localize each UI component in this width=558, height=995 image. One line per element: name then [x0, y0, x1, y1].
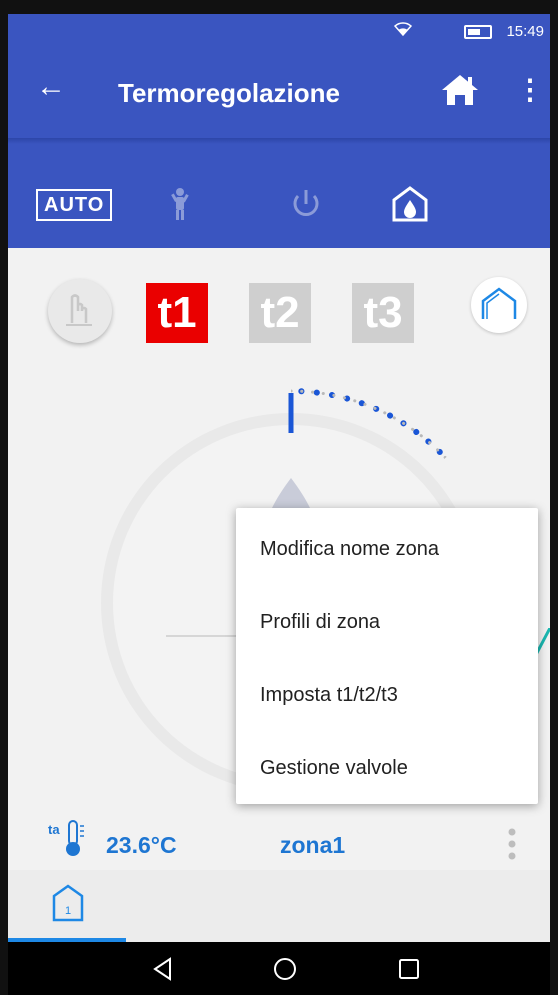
zone-tab-bar: 1: [8, 870, 550, 942]
zone-name[interactable]: zona1: [280, 832, 345, 859]
nav-home-icon[interactable]: [268, 952, 302, 986]
t3-setpoint-button[interactable]: t3: [352, 283, 414, 343]
page-title: Termoregolazione: [118, 78, 341, 108]
device-frame: 15:49 ← Termoregolazione ⋮ AUTO t1 t2 t3: [0, 0, 558, 995]
t2-setpoint-button[interactable]: t2: [249, 283, 311, 343]
home-icon[interactable]: [440, 72, 480, 108]
app-bar: ← Termoregolazione ⋮: [8, 50, 550, 138]
room-temperature: 23.6°C: [106, 832, 177, 858]
house-drop-icon[interactable]: [390, 184, 430, 224]
screen: 15:49 ← Termoregolazione ⋮ AUTO t1 t2 t3: [8, 14, 550, 995]
mode-bar: AUTO: [8, 144, 550, 248]
zone-house-button[interactable]: [471, 277, 527, 333]
status-bar: 15:49: [8, 14, 550, 50]
menu-item-valve-management[interactable]: Gestione valvole: [260, 757, 408, 780]
zone-info-bar: ta 23.6°C zona1: [8, 810, 550, 870]
back-arrow-icon[interactable]: ←: [36, 72, 66, 102]
zone-options-icon[interactable]: [506, 826, 518, 862]
zone-tab-1[interactable]: 1: [8, 870, 126, 942]
menu-item-set-t1-t2-t3[interactable]: Imposta t1/t2/t3: [260, 684, 398, 707]
manual-override-button[interactable]: [48, 279, 112, 343]
status-time: 15:49: [506, 23, 544, 40]
nav-back-icon[interactable]: [146, 952, 180, 986]
zone-tab-house-icon: 1: [52, 884, 84, 922]
room-thermometer-icon: ta: [46, 818, 100, 858]
menu-item-zone-profiles[interactable]: Profili di zona: [260, 611, 380, 634]
power-icon[interactable]: [286, 184, 326, 224]
t1-setpoint-button[interactable]: t1: [146, 283, 208, 343]
system-nav-bar: [8, 942, 550, 995]
auto-mode-button[interactable]: AUTO: [36, 189, 113, 221]
zone-context-menu: Modifica nome zona Profili di zona Impos…: [236, 508, 538, 804]
manual-person-icon[interactable]: [160, 184, 200, 224]
battery-icon: [464, 25, 492, 39]
svg-text:ta: ta: [48, 822, 60, 837]
nav-recents-icon[interactable]: [392, 952, 426, 986]
svg-text:1: 1: [65, 905, 71, 917]
wifi-icon: [393, 21, 413, 42]
menu-item-rename-zone[interactable]: Modifica nome zona: [260, 538, 439, 561]
overflow-menu-icon[interactable]: ⋮: [516, 76, 544, 104]
